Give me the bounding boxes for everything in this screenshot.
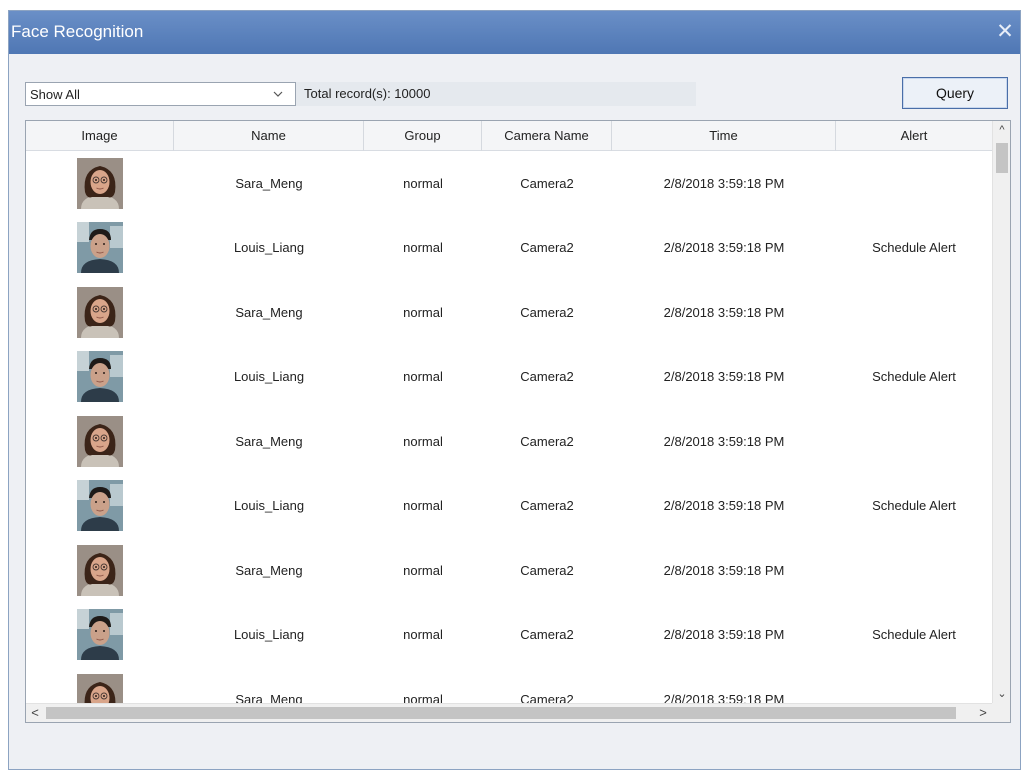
image-cell [26, 222, 174, 274]
scrollbar-corner [992, 703, 1010, 722]
group-cell: normal [403, 240, 443, 256]
face-recognition-window: Face Recognition ✕ Show All Total record… [8, 10, 1021, 770]
name-cell: Sara_Meng [235, 691, 303, 703]
name-cell: Louis_Liang [233, 369, 305, 385]
column-header-image[interactable]: Image [26, 121, 174, 151]
time-cell: 2/8/2018 3:59:18 PM [663, 562, 785, 578]
face-thumbnail-louis [77, 222, 123, 274]
vertical-scroll-thumb[interactable] [996, 143, 1008, 173]
total-records-box: Total record(s): 10000 [296, 82, 696, 106]
filter-dropdown[interactable]: Show All [25, 82, 296, 106]
alert-cell: Schedule Alert [872, 369, 956, 385]
face-thumbnail-sara [77, 415, 123, 467]
camera-name-cell: Camera2 [520, 498, 574, 514]
scroll-down-arrow[interactable]: ⌄ [993, 685, 1010, 703]
group-cell: normal [403, 304, 443, 320]
camera-name-cell: Camera2 [520, 369, 574, 385]
title-bar[interactable]: Face Recognition ✕ [9, 11, 1020, 54]
group-cell: normal [403, 691, 443, 703]
scroll-left-arrow[interactable]: < [26, 704, 44, 722]
records-table: Image Name Group Camera Name Time Alert Sara_… [25, 120, 1011, 723]
camera-name-cell: Camera2 [520, 627, 574, 643]
scroll-up-arrow[interactable]: ^ [993, 121, 1010, 139]
name-cell: Sara_Meng [235, 562, 303, 578]
total-records-label: Total record(s): 10000 [304, 86, 431, 101]
group-cell: normal [403, 627, 443, 643]
query-button[interactable]: Query [902, 77, 1008, 109]
image-cell [26, 415, 174, 467]
group-cell: normal [403, 175, 443, 191]
name-cell: Louis_Liang [233, 240, 305, 256]
camera-name-cell: Camera2 [520, 175, 574, 191]
time-cell: 2/8/2018 3:59:18 PM [663, 627, 785, 643]
image-cell [26, 157, 174, 209]
table-row[interactable]: Sara_Meng normal Camera2 2/8/2018 3:59:18 P… [26, 409, 992, 474]
face-thumbnail-louis [77, 609, 123, 661]
name-cell: Sara_Meng [235, 304, 303, 320]
time-cell: 2/8/2018 3:59:18 PM [663, 304, 785, 320]
time-cell: 2/8/2018 3:59:18 PM [663, 691, 785, 703]
group-cell: normal [403, 498, 443, 514]
image-cell [26, 480, 174, 532]
table-row[interactable]: Louis_Liang normal Camera2 2/8/2018 3:59:18… [26, 474, 992, 539]
time-cell: 2/8/2018 3:59:18 PM [663, 498, 785, 514]
table-body: Sara_Meng normal Camera2 2/8/2018 3:59:18 P… [26, 151, 992, 703]
table-row[interactable]: Louis_Liang normal Camera2 2/8/2018 3:59:18… [26, 216, 992, 281]
time-cell: 2/8/2018 3:59:18 PM [663, 369, 785, 385]
face-thumbnail-louis [77, 351, 123, 403]
column-header-time[interactable]: Time [612, 121, 836, 151]
table-row[interactable]: Louis_Liang normal Camera2 2/8/2018 3:59:18… [26, 603, 992, 668]
column-header-group[interactable]: Group [364, 121, 482, 151]
image-cell [26, 673, 174, 703]
table-row[interactable]: Louis_Liang normal Camera2 2/8/2018 3:59:18… [26, 345, 992, 410]
table-header: Image Name Group Camera Name Time Alert [26, 121, 992, 151]
table-row[interactable]: Sara_Meng normal Camera2 2/8/2018 3:59:18 P… [26, 667, 992, 703]
column-header-alert[interactable]: Alert [836, 121, 992, 151]
table-row[interactable]: Sara_Meng normal Camera2 2/8/2018 3:59:18 P… [26, 151, 992, 216]
table-row[interactable]: Sara_Meng normal Camera2 2/8/2018 3:59:18 P… [26, 280, 992, 345]
filter-selected-value: Show All [30, 87, 80, 102]
time-cell: 2/8/2018 3:59:18 PM [663, 433, 785, 449]
group-cell: normal [403, 562, 443, 578]
face-thumbnail-sara [77, 673, 123, 703]
group-cell: normal [403, 433, 443, 449]
camera-name-cell: Camera2 [520, 433, 574, 449]
name-cell: Sara_Meng [235, 175, 303, 191]
vertical-scrollbar[interactable]: ^ ⌄ [992, 121, 1010, 703]
table-row[interactable]: Sara_Meng normal Camera2 2/8/2018 3:59:18 P… [26, 538, 992, 603]
face-thumbnail-louis [77, 480, 123, 532]
column-header-name[interactable]: Name [174, 121, 364, 151]
scroll-right-arrow[interactable]: > [974, 704, 992, 722]
camera-name-cell: Camera2 [520, 562, 574, 578]
close-button[interactable]: ✕ [990, 11, 1020, 54]
time-cell: 2/8/2018 3:59:18 PM [663, 240, 785, 256]
image-cell [26, 351, 174, 403]
column-header-camera-name[interactable]: Camera Name [482, 121, 612, 151]
camera-name-cell: Camera2 [520, 240, 574, 256]
image-cell [26, 286, 174, 338]
alert-cell: Schedule Alert [872, 240, 956, 256]
horizontal-scroll-thumb[interactable] [46, 707, 956, 719]
name-cell: Louis_Liang [233, 627, 305, 643]
chevron-down-icon [273, 89, 283, 99]
image-cell [26, 609, 174, 661]
camera-name-cell: Camera2 [520, 691, 574, 703]
time-cell: 2/8/2018 3:59:18 PM [663, 175, 785, 191]
face-thumbnail-sara [77, 544, 123, 596]
name-cell: Sara_Meng [235, 433, 303, 449]
group-cell: normal [403, 369, 443, 385]
face-thumbnail-sara [77, 286, 123, 338]
alert-cell: Schedule Alert [872, 498, 956, 514]
name-cell: Louis_Liang [233, 498, 305, 514]
horizontal-scrollbar[interactable]: < > [26, 703, 992, 722]
face-thumbnail-sara [77, 157, 123, 209]
camera-name-cell: Camera2 [520, 304, 574, 320]
image-cell [26, 544, 174, 596]
window-title: Face Recognition [11, 22, 144, 41]
alert-cell: Schedule Alert [872, 627, 956, 643]
